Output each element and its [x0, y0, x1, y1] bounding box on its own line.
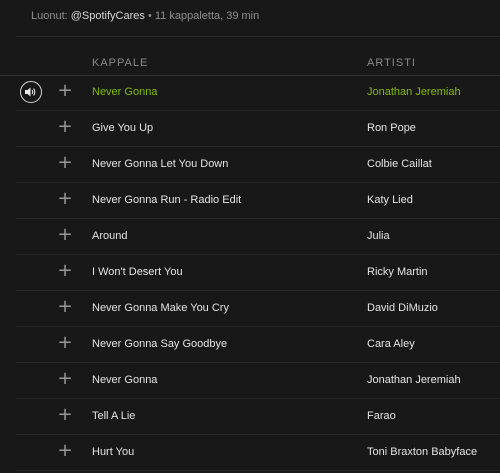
column-header-title[interactable]: KAPPALE	[92, 57, 148, 69]
track-row[interactable]: + Give You Up Ron Pope	[16, 111, 500, 147]
track-title[interactable]: Around	[92, 230, 127, 242]
track-artist[interactable]: Jonathan Jeremiah	[367, 86, 461, 98]
divider	[16, 36, 500, 37]
track-row[interactable]: + Never Gonna Jonathan Jeremiah	[16, 75, 500, 111]
track-row[interactable]: + Never Gonna Let You Down Colbie Caillat	[16, 147, 500, 183]
track-artist[interactable]: Ron Pope	[367, 122, 416, 134]
owner-link[interactable]: @SpotifyCares	[71, 10, 145, 22]
track-row[interactable]: + Never Gonna Jonathan Jeremiah	[16, 363, 500, 399]
track-title[interactable]: I Won't Desert You	[92, 266, 183, 278]
track-artist[interactable]: David DiMuzio	[367, 302, 438, 314]
track-title[interactable]: Tell A Lie	[92, 410, 135, 422]
owner-prefix: Luonut:	[31, 10, 68, 22]
plus-icon[interactable]: +	[56, 370, 74, 389]
plus-icon[interactable]: +	[56, 442, 74, 461]
plus-icon[interactable]: +	[56, 118, 74, 137]
track-artist[interactable]: Colbie Caillat	[367, 158, 432, 170]
column-header-artist[interactable]: ARTISTI	[367, 57, 416, 69]
tracklist: + Never Gonna Jonathan Jeremiah + Give You U…	[0, 75, 500, 471]
track-row[interactable]: + Never Gonna Run - Radio Edit Katy Lied	[16, 183, 500, 219]
track-row[interactable]: + Tell A Lie Farao	[16, 399, 500, 435]
track-title[interactable]: Hurt You	[92, 446, 134, 458]
plus-icon[interactable]: +	[56, 406, 74, 425]
plus-icon[interactable]: +	[56, 226, 74, 245]
speaker-icon[interactable]	[20, 81, 42, 103]
track-row[interactable]: + Never Gonna Make You Cry David DiMuzio	[16, 291, 500, 327]
plus-icon[interactable]: +	[56, 262, 74, 281]
plus-icon[interactable]: +	[56, 334, 74, 353]
track-artist[interactable]: Toni Braxton Babyface	[367, 446, 477, 458]
track-row[interactable]: + Never Gonna Say Goodbye Cara Aley	[16, 327, 500, 363]
track-title[interactable]: Give You Up	[92, 122, 153, 134]
track-artist[interactable]: Cara Aley	[367, 338, 415, 350]
track-artist[interactable]: Katy Lied	[367, 194, 413, 206]
track-artist[interactable]: Farao	[367, 410, 396, 422]
track-artist[interactable]: Ricky Martin	[367, 266, 428, 278]
track-title[interactable]: Never Gonna	[92, 86, 157, 98]
track-title[interactable]: Never Gonna Make You Cry	[92, 302, 229, 314]
track-title[interactable]: Never Gonna Let You Down	[92, 158, 228, 170]
playlist-summary: • 11 kappaletta, 39 min	[147, 10, 260, 22]
plus-icon[interactable]: +	[56, 154, 74, 173]
plus-icon[interactable]: +	[56, 298, 74, 317]
plus-icon[interactable]: +	[56, 190, 74, 209]
track-title[interactable]: Never Gonna	[92, 374, 157, 386]
playlist-meta: Luonut: @SpotifyCares • 11 kappaletta, 3…	[31, 10, 259, 22]
track-title[interactable]: Never Gonna Run - Radio Edit	[92, 194, 241, 206]
track-row[interactable]: + Hurt You Toni Braxton Babyface	[16, 435, 500, 471]
track-row[interactable]: + I Won't Desert You Ricky Martin	[16, 255, 500, 291]
track-title[interactable]: Never Gonna Say Goodbye	[92, 338, 227, 350]
track-row[interactable]: + Around Julia	[16, 219, 500, 255]
tracklist-header: KAPPALE ARTISTI	[0, 48, 500, 76]
track-artist[interactable]: Jonathan Jeremiah	[367, 374, 461, 386]
track-artist[interactable]: Julia	[367, 230, 390, 242]
plus-icon[interactable]: +	[56, 82, 74, 101]
